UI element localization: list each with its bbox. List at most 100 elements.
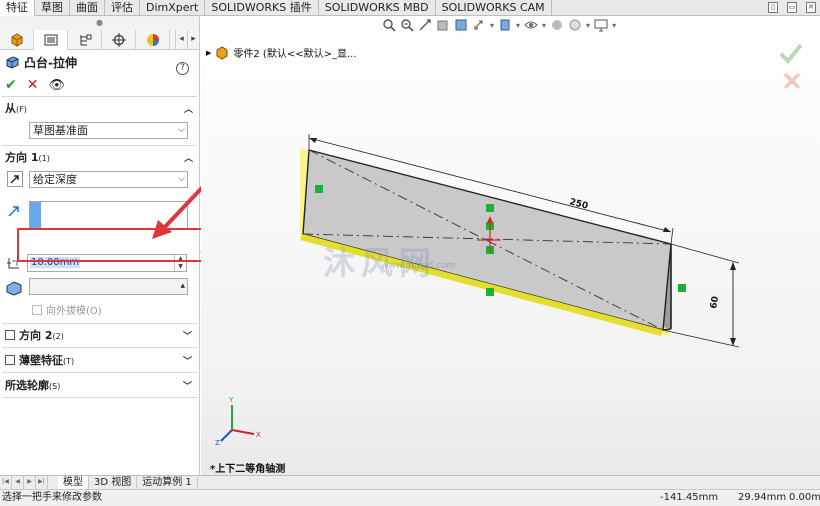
coord-x: -141.45mm bbox=[660, 492, 719, 503]
tab-features[interactable]: 特征 bbox=[0, 0, 35, 16]
thin-feature-section-header[interactable]: 薄壁特征(T) ﹀ bbox=[0, 349, 198, 371]
expand-down-icon[interactable]: ﹀ bbox=[183, 329, 192, 342]
selected-contours-hotkey: (S) bbox=[49, 382, 61, 391]
action-buttons: ✔ ✕ 👁 bbox=[0, 74, 199, 96]
tab-surfaces[interactable]: 曲面 bbox=[70, 0, 105, 16]
edge-handle bbox=[315, 185, 323, 193]
triad-z-axis bbox=[220, 429, 233, 442]
collapse-up-icon[interactable]: ︿ bbox=[184, 102, 193, 115]
extrude-boss-icon bbox=[6, 56, 19, 69]
dimension-arrow bbox=[663, 227, 671, 232]
tab-cam[interactable]: SOLIDWORKS CAM bbox=[436, 0, 552, 16]
configuration-manager-tab[interactable] bbox=[68, 30, 102, 50]
tab-model[interactable]: 模型 bbox=[58, 476, 89, 489]
tab-mbd[interactable]: SOLIDWORKS MBD bbox=[319, 0, 436, 16]
triad-x-label: X bbox=[256, 431, 261, 439]
selected-contours-label: 所选轮廓 bbox=[5, 379, 49, 392]
status-bar: 选择一把手来修改参数 -141.45mm 29.94mm 0.00mm bbox=[0, 489, 820, 506]
edge-handle bbox=[486, 288, 494, 296]
coord-y: 29.94mm bbox=[738, 492, 787, 503]
direction2-section-header[interactable]: 方向 2(2) ﹀ bbox=[0, 324, 198, 346]
close-icon[interactable]: ✕ bbox=[806, 2, 816, 13]
feature-manager-tab[interactable] bbox=[0, 30, 34, 50]
tab-sketch[interactable]: 草图 bbox=[35, 0, 70, 16]
crosshair-icon bbox=[111, 33, 126, 47]
direction2-label: 方向 2 bbox=[19, 329, 53, 342]
bottom-tabs: |◀ ◀ ▶ ▶| 模型 3D 视图 运动算例 1 bbox=[0, 475, 820, 489]
panel-grip-icon[interactable]: ● bbox=[0, 16, 199, 30]
end-condition-value: 给定深度 bbox=[33, 172, 77, 186]
from-select[interactable]: 草图基准面 ⌵ bbox=[29, 121, 188, 139]
minimize-icon[interactable]: ▭ bbox=[787, 2, 797, 13]
edge-handle bbox=[486, 204, 494, 212]
triad-y-label: Y bbox=[228, 396, 234, 404]
reverse-direction-icon bbox=[7, 171, 23, 187]
coord-z: 0.00mm bbox=[789, 492, 820, 503]
expand-down-icon[interactable]: ﹀ bbox=[183, 354, 192, 367]
tab-spacer bbox=[48, 476, 58, 489]
selection-highlight bbox=[30, 202, 41, 228]
dimension-extension-line bbox=[662, 243, 740, 348]
edge-handle bbox=[678, 284, 686, 292]
checkbox bbox=[32, 305, 42, 315]
from-hotkey: (F) bbox=[16, 105, 27, 114]
configuration-icon bbox=[80, 34, 91, 46]
window-controls: ▯ ▭ ✕ bbox=[768, 2, 816, 13]
dimension-arrow bbox=[309, 138, 317, 143]
property-list-icon bbox=[44, 34, 57, 45]
property-manager-tab[interactable] bbox=[34, 30, 68, 50]
from-label: 从 bbox=[5, 102, 16, 115]
triad-z-label: Z bbox=[215, 439, 220, 447]
restore-icon[interactable]: ▯ bbox=[768, 2, 778, 13]
direction1-label: 方向 1 bbox=[5, 151, 39, 164]
draft-angle-input: ▴ bbox=[29, 278, 188, 295]
manager-tabs: ◂ ▸ bbox=[0, 30, 199, 50]
divider bbox=[2, 397, 198, 398]
appearance-icon bbox=[146, 34, 159, 46]
ok-button[interactable]: ✔ bbox=[5, 77, 17, 93]
spinner-icon: ▴ bbox=[180, 281, 185, 291]
previous-tab-icon[interactable]: ◀ bbox=[12, 476, 24, 489]
draft-icon bbox=[5, 280, 23, 299]
divider bbox=[2, 372, 198, 373]
dimxpert-manager-tab[interactable] bbox=[102, 30, 136, 50]
length-dimension: 250 bbox=[568, 197, 589, 212]
command-manager-tabs: 特征 草图 曲面 评估 DimXpert SOLIDWORKS 插件 SOLID… bbox=[0, 0, 820, 16]
draft-outward-checkbox: 向外拔模(O) bbox=[32, 302, 102, 317]
feature-header: 凸台-拉伸 bbox=[0, 50, 199, 74]
tab-scroll-right-icon[interactable]: ▸ bbox=[187, 30, 199, 50]
reverse-direction-button[interactable] bbox=[5, 170, 25, 188]
last-tab-icon[interactable]: ▶| bbox=[36, 476, 48, 489]
thin-feature-checkbox[interactable] bbox=[5, 355, 15, 365]
watermark-url: www.mfcad.com bbox=[381, 261, 456, 271]
divider bbox=[2, 347, 198, 348]
cancel-button[interactable]: ✕ bbox=[27, 77, 39, 93]
selected-contours-section-header[interactable]: 所选轮廓(S) ﹀ bbox=[0, 374, 198, 396]
next-tab-icon[interactable]: ▶ bbox=[24, 476, 36, 489]
first-tab-icon[interactable]: |◀ bbox=[0, 476, 12, 489]
tab-3d-views[interactable]: 3D 视图 bbox=[89, 476, 138, 489]
tab-dimxpert[interactable]: DimXpert bbox=[140, 0, 206, 16]
height-dimension: 60 bbox=[709, 295, 721, 309]
view-orientation-label: *上下二等角轴测 bbox=[210, 464, 286, 475]
preview-eye-icon[interactable]: 👁 bbox=[48, 78, 65, 93]
draft-outward-hotkey: (O) bbox=[86, 306, 102, 317]
from-section-header[interactable]: 从(F) ︿ bbox=[0, 97, 199, 119]
feature-tree-icon bbox=[11, 33, 22, 47]
chevron-down-icon: ⌵ bbox=[178, 124, 185, 135]
help-icon[interactable]: ? bbox=[176, 62, 189, 75]
draft-outward-label: 向外拔模 bbox=[46, 306, 86, 317]
from-value: 草图基准面 bbox=[33, 123, 88, 137]
direction1-hotkey: (1) bbox=[38, 154, 50, 163]
triad-x-axis bbox=[231, 429, 255, 435]
tab-motion-study[interactable]: 运动算例 1 bbox=[137, 476, 198, 489]
graphics-area[interactable]: ▾ ▾ ▾ ▾ ▾ ▶ 零件2 (默认<<默认>_显... 250 60 Y X… bbox=[201, 16, 820, 475]
dimension-arrow bbox=[730, 262, 736, 270]
tab-scroll-left-icon[interactable]: ◂ bbox=[175, 30, 187, 50]
display-manager-tab[interactable] bbox=[136, 30, 170, 50]
tab-evaluate[interactable]: 评估 bbox=[105, 0, 140, 16]
feature-title: 凸台-拉伸 bbox=[24, 55, 77, 70]
direction2-checkbox[interactable] bbox=[5, 330, 15, 340]
expand-down-icon[interactable]: ﹀ bbox=[183, 379, 192, 392]
tab-addins[interactable]: SOLIDWORKS 插件 bbox=[205, 0, 319, 16]
